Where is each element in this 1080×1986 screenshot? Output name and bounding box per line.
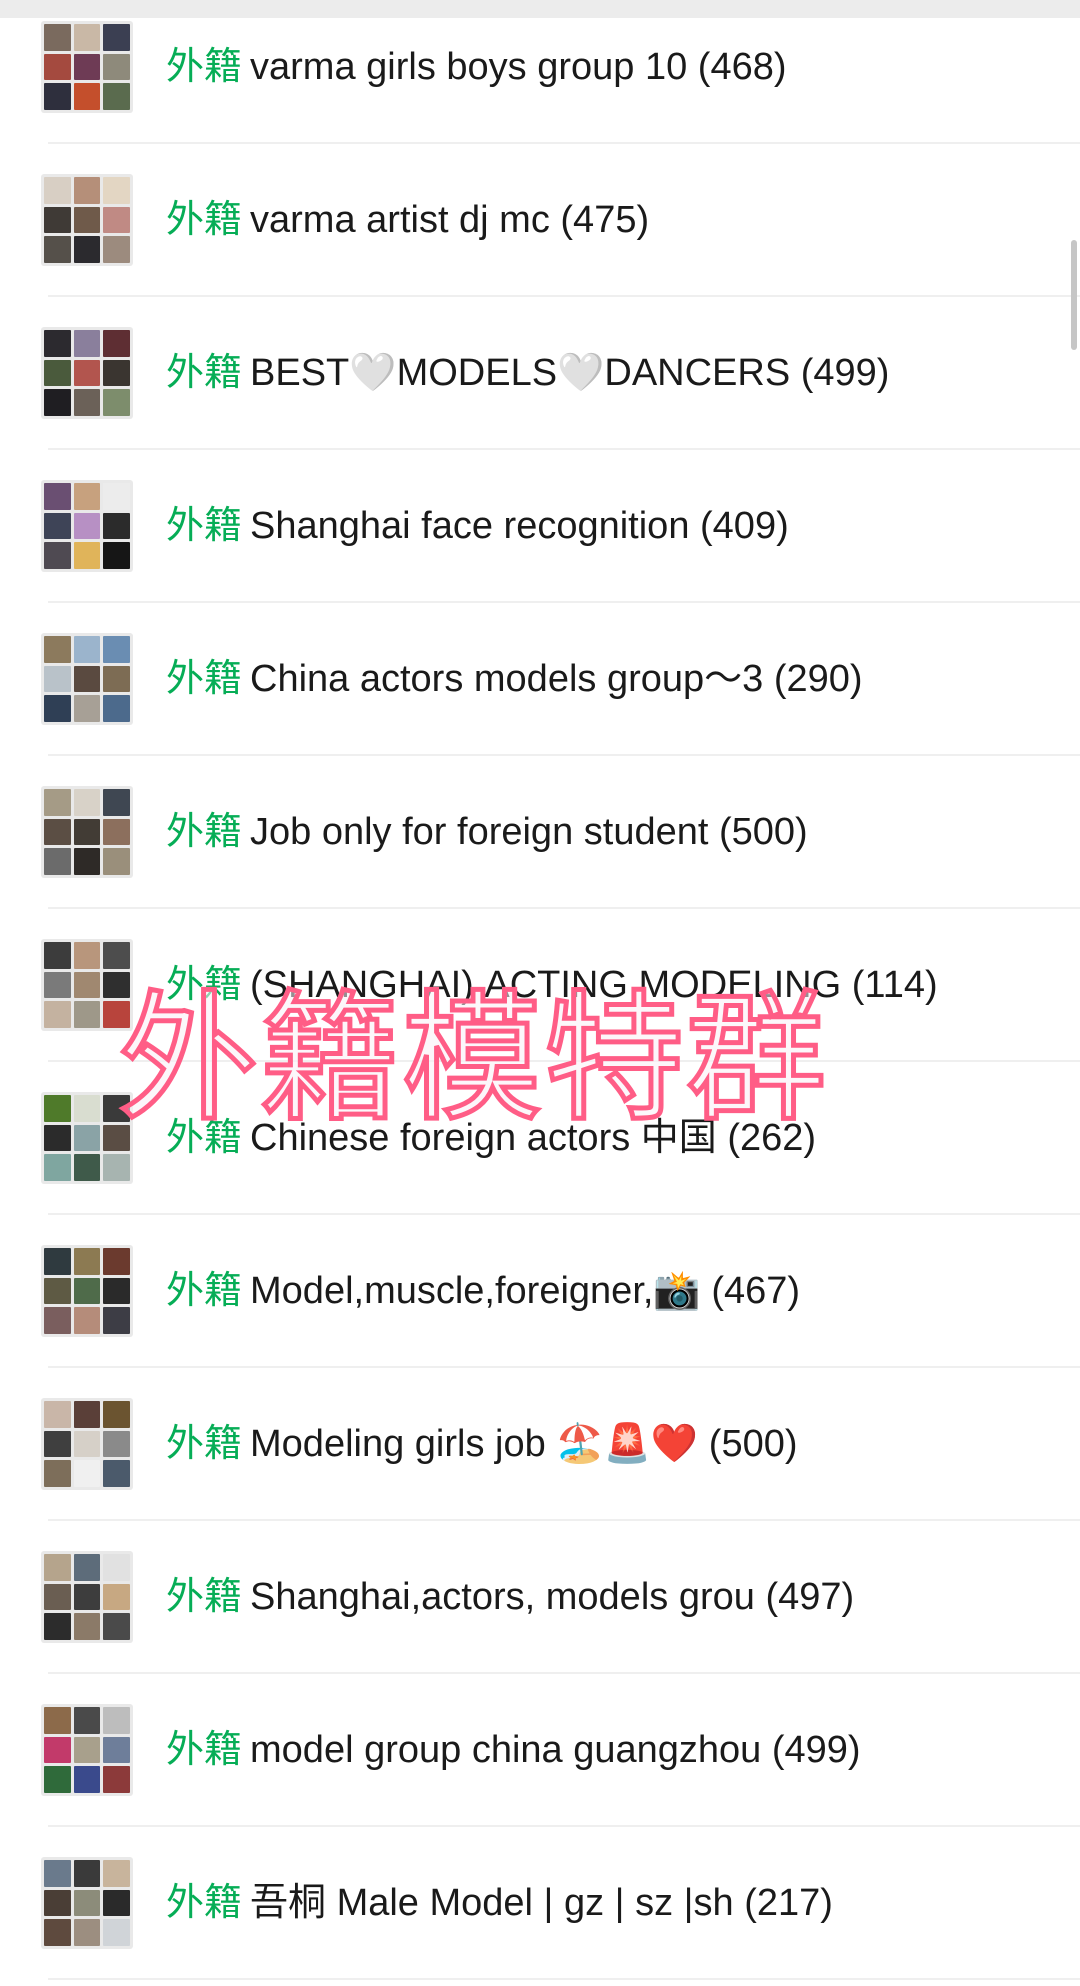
member-count: (262)	[727, 1117, 817, 1159]
group-title: Chinese foreign actors 中国	[250, 1117, 717, 1159]
group-title: model group china guangzhou	[250, 1729, 762, 1771]
group-name: 外籍 Job only for foreign student (500)	[166, 805, 808, 859]
group-row[interactable]: 外籍 Shanghai,actors, models grou (497)	[0, 1521, 1080, 1674]
group-row[interactable]: 外籍 Chinese foreign actors 中国 (262)	[0, 1062, 1080, 1215]
member-count: (497)	[765, 1576, 855, 1618]
group-row[interactable]: 外籍 varma artist dj mc (475)	[0, 144, 1080, 297]
group-list: 外籍 varma girls boys group 10 (468) 外籍 varm…	[0, 0, 1080, 1986]
group-name: 外籍 (SHANGHAI) ACTING MODELING (114)	[166, 958, 938, 1012]
group-avatar	[41, 1245, 133, 1337]
group-avatar	[41, 1092, 133, 1184]
group-title: Modeling girls job 🏖️🚨❤️	[250, 1423, 699, 1465]
group-name: 外籍 Modeling girls job 🏖️🚨❤️ (500)	[166, 1417, 798, 1471]
group-row[interactable]: 外籍 BEST🤍MODELS🤍DANCERS (499)	[0, 297, 1080, 450]
member-count: (217)	[744, 1882, 833, 1924]
group-row[interactable]: 外籍 Job only for foreign student (500)	[0, 756, 1080, 909]
list-scrollbar[interactable]	[1071, 240, 1077, 350]
group-avatar	[41, 21, 133, 113]
member-count: (475)	[560, 199, 650, 241]
group-avatar	[41, 1857, 133, 1949]
group-row[interactable]: 外籍 Shanghai face recognition (409)	[0, 450, 1080, 603]
group-tag: 外籍	[166, 964, 243, 1006]
member-count: (468)	[697, 46, 787, 88]
group-tag: 外籍	[166, 46, 243, 88]
group-name: 外籍 Shanghai,actors, models grou (497)	[166, 1570, 854, 1624]
group-row[interactable]: 外籍 varma girls boys group 10 (468)	[0, 0, 1080, 144]
group-row[interactable]: 外籍 China actors models group～3 (290)	[0, 603, 1080, 756]
group-title: Shanghai,actors, models grou	[250, 1576, 755, 1618]
group-avatar	[41, 1398, 133, 1490]
group-name: 外籍 BEST🤍MODELS🤍DANCERS (499)	[166, 346, 889, 400]
member-count: (114)	[851, 964, 938, 1006]
group-title: 吾桐 Male Model | gz | sz |sh	[250, 1882, 734, 1924]
group-tag: 外籍	[166, 505, 243, 547]
group-row[interactable]: 外籍 model group china guangzhou (499)	[0, 1674, 1080, 1827]
group-avatar	[41, 327, 133, 419]
group-title: China actors models group～3	[250, 658, 764, 700]
group-tag: 外籍	[166, 658, 243, 700]
group-tag: 外籍	[166, 1423, 243, 1465]
group-name: 外籍 吾桐 Male Model | gz | sz |sh (217)	[166, 1876, 833, 1930]
group-avatar	[41, 939, 133, 1031]
group-row[interactable]: 外籍 (SHANGHAI) ACTING MODELING (114)	[0, 909, 1080, 1062]
group-tag: 外籍	[166, 352, 243, 394]
group-name: 外籍 varma artist dj mc (475)	[166, 193, 649, 247]
member-count: (290)	[773, 658, 863, 700]
group-row[interactable]: 外籍 Model,muscle,foreigner,📸 (467)	[0, 1215, 1080, 1368]
group-title: (SHANGHAI) ACTING MODELING	[250, 964, 842, 1006]
group-title: Model,muscle,foreigner,📸	[250, 1270, 701, 1312]
group-tag: 外籍	[166, 1576, 243, 1618]
group-title: Shanghai face recognition	[250, 505, 690, 547]
group-name: 外籍 varma girls boys group 10 (468)	[166, 40, 787, 94]
group-avatar	[41, 1551, 133, 1643]
member-count: (409)	[700, 505, 789, 547]
member-count: (500)	[708, 1423, 798, 1465]
group-row[interactable]: 外籍 Modeling girls job 🏖️🚨❤️ (500)	[0, 1368, 1080, 1521]
group-title: varma girls boys group 10	[250, 46, 688, 88]
group-avatar	[41, 480, 133, 572]
group-row[interactable]: 外籍 吾桐 Male Model | gz | sz |sh (217)	[0, 1827, 1080, 1980]
group-tag: 外籍	[166, 1117, 243, 1159]
group-name: 外籍 Shanghai face recognition (409)	[166, 499, 789, 553]
member-count: (499)	[771, 1729, 861, 1771]
group-tag: 外籍	[166, 811, 243, 853]
group-tag: 外籍	[166, 1729, 243, 1771]
member-count: (499)	[800, 352, 890, 394]
group-avatar	[41, 174, 133, 266]
group-avatar	[41, 786, 133, 878]
group-tag: 外籍	[166, 1882, 243, 1924]
group-tag: 外籍	[166, 199, 243, 241]
group-title: varma artist dj mc	[250, 199, 550, 241]
member-count: (500)	[718, 811, 808, 853]
group-avatar	[41, 1704, 133, 1796]
group-title: Job only for foreign student	[250, 811, 709, 853]
group-avatar	[41, 633, 133, 725]
group-name: 外籍 Model,muscle,foreigner,📸 (467)	[166, 1264, 800, 1318]
group-tag: 外籍	[166, 1270, 243, 1312]
row-divider	[48, 1978, 1080, 1980]
group-name: 外籍 China actors models group～3 (290)	[166, 652, 863, 706]
group-name: 外籍 Chinese foreign actors 中国 (262)	[166, 1111, 816, 1165]
group-name: 外籍 model group china guangzhou (499)	[166, 1723, 861, 1777]
group-title: BEST🤍MODELS🤍DANCERS	[250, 352, 791, 394]
member-count: (467)	[711, 1270, 801, 1312]
